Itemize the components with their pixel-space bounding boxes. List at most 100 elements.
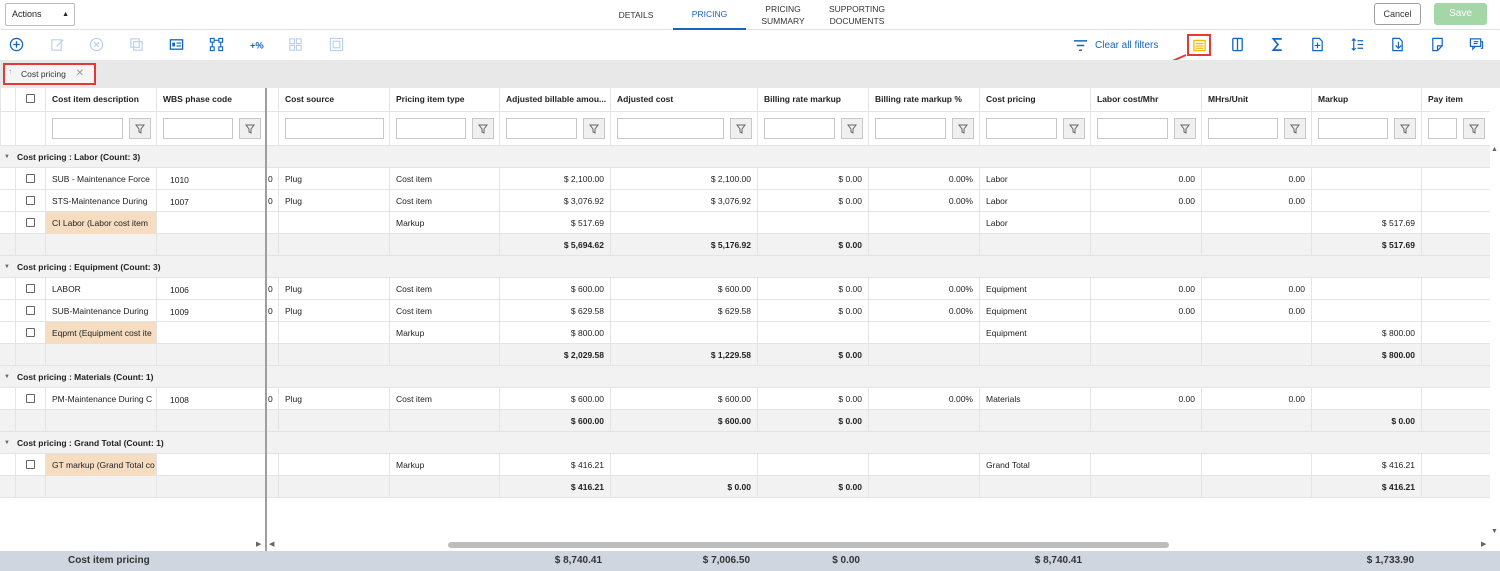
- save-button[interactable]: Save: [1434, 3, 1487, 25]
- group-row[interactable]: ▼ Cost pricing : Equipment (Count: 3): [0, 256, 1490, 278]
- column-header-blank[interactable]: [266, 88, 278, 112]
- frozen-column-splitter[interactable]: [265, 88, 267, 551]
- clear-all-filters-button[interactable]: Clear all filters: [1073, 36, 1158, 54]
- row-checkbox[interactable]: [26, 460, 35, 469]
- card-view-icon[interactable]: [167, 35, 185, 53]
- fit-icon[interactable]: [327, 35, 345, 53]
- column-header-labor-cost-mhr[interactable]: Labor cost/Mhr: [1090, 88, 1201, 112]
- row-checkbox[interactable]: [26, 328, 35, 337]
- group-row[interactable]: ▼ Cost pricing : Labor (Count: 3): [0, 146, 1490, 168]
- expand-toggle-icon[interactable]: ▼: [4, 146, 10, 168]
- select-all-checkbox[interactable]: [26, 94, 35, 103]
- filter-icon[interactable]: [841, 118, 863, 139]
- row-checkbox[interactable]: [26, 218, 35, 227]
- percent-icon[interactable]: +%: [247, 35, 265, 53]
- filter-input-pricing-item-type[interactable]: [396, 118, 466, 139]
- tab-pricing[interactable]: PRICING: [673, 0, 746, 30]
- column-header-adjusted-cost[interactable]: Adjusted cost: [610, 88, 757, 112]
- table-row[interactable]: SUB - Maintenance Force 1010 0 Plug Cost ite…: [0, 168, 1490, 190]
- column-header-billing-rate-markup[interactable]: Billing rate markup: [757, 88, 868, 112]
- expand-toggle-icon[interactable]: ▼: [4, 256, 10, 278]
- row-checkbox[interactable]: [26, 394, 35, 403]
- columns-icon[interactable]: [1228, 35, 1246, 53]
- column-header-adjusted-billable-amount[interactable]: Adjusted billable amou...: [499, 88, 610, 112]
- tab-supporting-documents[interactable]: SUPPORTING DOCUMENTS: [822, 0, 892, 30]
- filter-input-labor-cost-mhr[interactable]: [1097, 118, 1168, 139]
- row-checkbox[interactable]: [26, 196, 35, 205]
- table-row[interactable]: PM-Maintenance During C 1008 0 Plug Cost ite…: [0, 388, 1490, 410]
- table-row[interactable]: GT markup (Grand Total co Markup $ 416.21 G…: [0, 454, 1490, 476]
- column-header-cost-item-description[interactable]: Cost item description: [45, 88, 156, 112]
- edit-doc-icon[interactable]: [1428, 35, 1446, 53]
- scroll-down-icon[interactable]: ▼: [1491, 528, 1498, 535]
- row-checkbox[interactable]: [26, 174, 35, 183]
- group-row[interactable]: ▼ Cost pricing : Materials (Count: 1): [0, 366, 1490, 388]
- copy-icon[interactable]: [127, 35, 145, 53]
- column-header-billing-rate-markup-pct[interactable]: Billing rate markup %: [868, 88, 979, 112]
- cancel-button[interactable]: Cancel: [1374, 3, 1421, 25]
- column-header-wbs-phase-code[interactable]: WBS phase code: [156, 88, 266, 112]
- filter-icon[interactable]: [952, 118, 974, 139]
- column-header-cost-pricing[interactable]: Cost pricing: [979, 88, 1090, 112]
- scroll-right-icon[interactable]: ▶: [1481, 540, 1486, 548]
- filter-icon[interactable]: [129, 118, 151, 139]
- filter-icon[interactable]: [583, 118, 605, 139]
- close-icon[interactable]: ✕: [76, 68, 84, 79]
- filter-input-wbs-phase-code[interactable]: [163, 118, 233, 139]
- filter-input-markup[interactable]: [1318, 118, 1388, 139]
- add-row-icon[interactable]: [1308, 35, 1326, 53]
- filter-icon[interactable]: [1394, 118, 1416, 139]
- group-chip-cost-pricing[interactable]: ↑ Cost pricing ✕: [3, 63, 96, 85]
- column-header-mhrs-unit[interactable]: MHrs/Unit: [1201, 88, 1311, 112]
- hierarchy-icon[interactable]: [207, 35, 225, 53]
- scrollbar-thumb[interactable]: [448, 542, 1169, 548]
- edit-icon[interactable]: [48, 35, 66, 53]
- filter-icon[interactable]: [239, 118, 261, 139]
- filter-input-adjusted-cost[interactable]: [617, 118, 724, 139]
- filter-input-billing-rate-markup[interactable]: [764, 118, 835, 139]
- tab-pricing-summary[interactable]: PRICING SUMMARY: [752, 0, 814, 30]
- filter-input-mhrs-unit[interactable]: [1208, 118, 1278, 139]
- group-panel-icon[interactable]: [1187, 34, 1211, 56]
- tab-details[interactable]: DETAILS: [606, 0, 666, 30]
- sum-icon[interactable]: [1268, 35, 1286, 53]
- filter-icon[interactable]: [1174, 118, 1196, 139]
- filter-icon[interactable]: [1063, 118, 1085, 139]
- delete-icon[interactable]: [87, 35, 105, 53]
- table-row[interactable]: STS-Maintenance During 1007 0 Plug Cost item…: [0, 190, 1490, 212]
- table-row[interactable]: CI Labor (Labor cost item Markup $ 517.69 L…: [0, 212, 1490, 234]
- table-row[interactable]: LABOR 1006 0 Plug Cost item $ 600.00 $ 600.00 $…: [0, 278, 1490, 300]
- scroll-right-icon[interactable]: ▶: [256, 540, 261, 548]
- filter-icon[interactable]: [730, 118, 752, 139]
- row-checkbox[interactable]: [26, 306, 35, 315]
- export-icon[interactable]: [1388, 35, 1406, 53]
- column-header-cost-source[interactable]: Cost source: [278, 88, 389, 112]
- group-row[interactable]: ▼ Cost pricing : Grand Total (Count: 1): [0, 432, 1490, 454]
- filter-input-cost-item-description[interactable]: [52, 118, 123, 139]
- column-header-pay-item[interactable]: Pay item: [1421, 88, 1490, 112]
- column-header-pricing-item-type[interactable]: Pricing item type: [389, 88, 499, 112]
- filter-input-pay-item[interactable]: [1428, 118, 1457, 139]
- filter-icon[interactable]: [1463, 118, 1485, 139]
- scroll-left-icon[interactable]: ◀: [269, 540, 274, 548]
- add-icon[interactable]: [7, 35, 25, 53]
- vertical-scrollbar[interactable]: ▲ ▼: [1490, 146, 1500, 540]
- sort-icon[interactable]: [1348, 35, 1366, 53]
- grid-icon[interactable]: [286, 35, 304, 53]
- expand-toggle-icon[interactable]: ▼: [4, 432, 10, 454]
- filter-input-billing-rate-markup-pct[interactable]: [875, 118, 946, 139]
- row-checkbox[interactable]: [26, 284, 35, 293]
- column-header-markup[interactable]: Markup: [1311, 88, 1421, 112]
- expand-toggle-icon[interactable]: ▼: [4, 366, 10, 388]
- filter-input-adjusted-billable-amount[interactable]: [506, 118, 577, 139]
- chat-icon[interactable]: [1467, 35, 1485, 53]
- column-header-select[interactable]: [15, 88, 45, 112]
- table-row[interactable]: SUB-Maintenance During 1009 0 Plug Cost item…: [0, 300, 1490, 322]
- filter-icon[interactable]: [1284, 118, 1306, 139]
- actions-dropdown[interactable]: Actions ▲: [5, 3, 75, 26]
- filter-icon[interactable]: [472, 118, 494, 139]
- filter-input-cost-source[interactable]: [285, 118, 384, 139]
- table-row[interactable]: Eqpmt (Equipment cost ite Markup $ 800.00 E…: [0, 322, 1490, 344]
- scroll-up-icon[interactable]: ▲: [1491, 146, 1498, 153]
- filter-input-cost-pricing[interactable]: [986, 118, 1057, 139]
